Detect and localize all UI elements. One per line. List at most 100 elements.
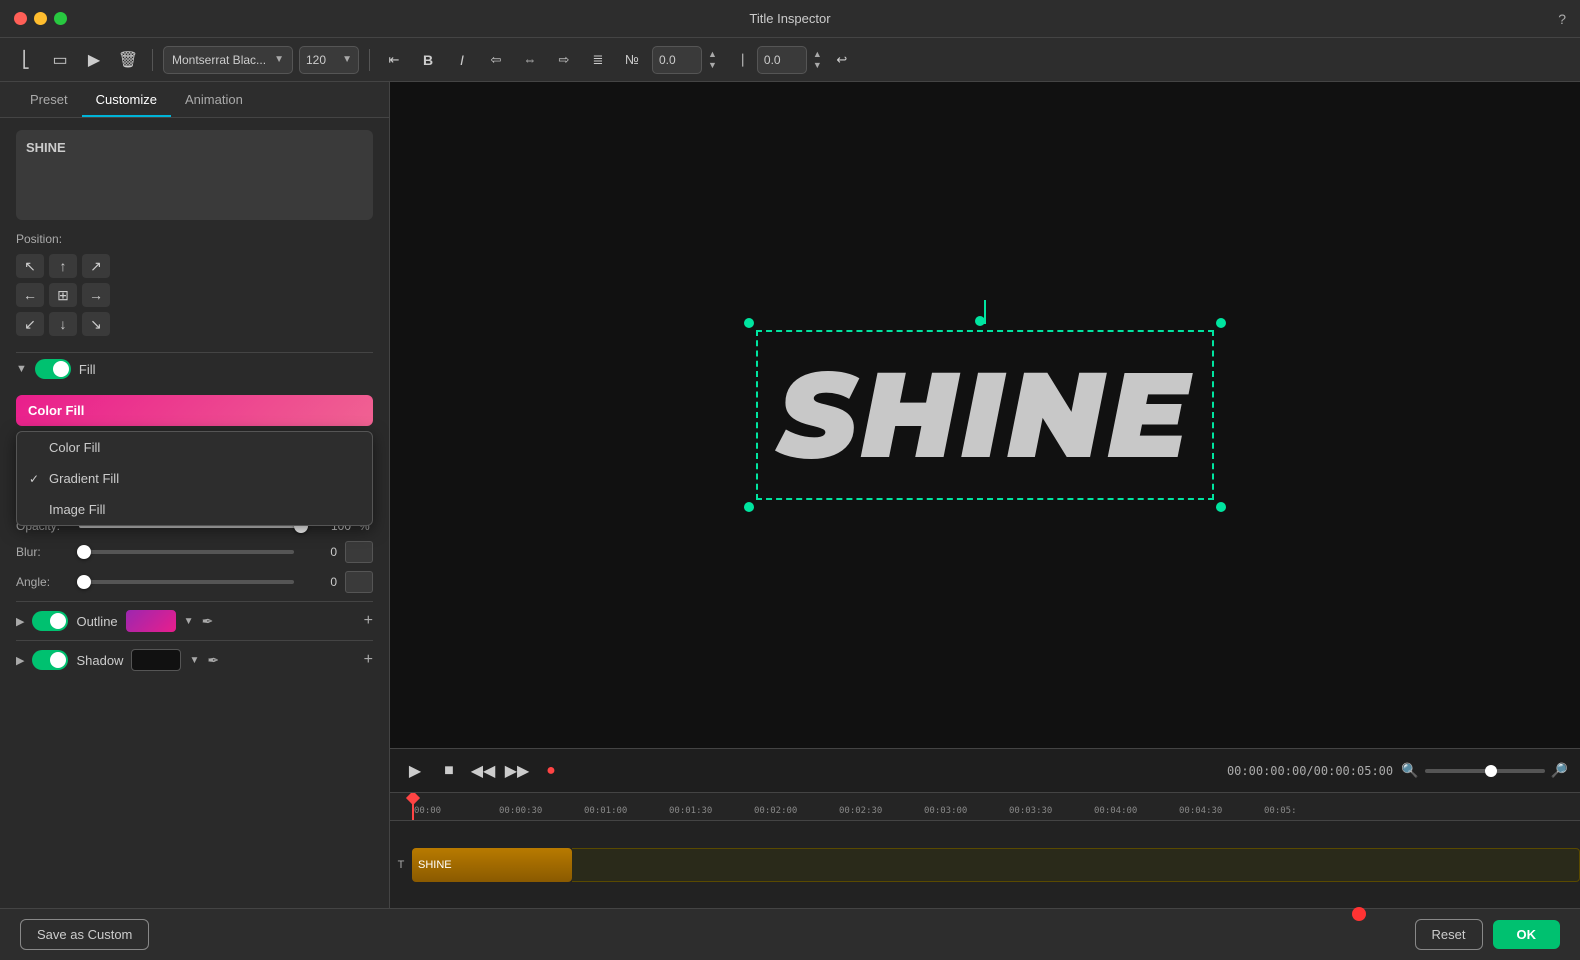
blur-label: Blur: [16,545,71,559]
pos-bottom-right[interactable]: ↘ [82,312,110,336]
fill-chevron[interactable]: ▼ [16,363,27,375]
frame-icon[interactable]: ▭ [46,46,74,74]
tab-animation[interactable]: Animation [171,82,257,117]
menu-item-image-fill[interactable]: Image Fill [17,494,372,525]
stop-button[interactable]: ■ [436,758,462,784]
outline-chevron[interactable]: ▶ [16,615,24,628]
font-size-dropdown[interactable]: 120 ▼ [299,46,359,74]
align-left-icon[interactable]: ⇤ [380,46,408,74]
angle-slider[interactable] [79,580,294,584]
tab-preset[interactable]: Preset [16,82,82,117]
align-center-icon[interactable]: ⇔ [516,46,544,74]
clip-block[interactable]: SHINE [412,848,572,882]
handle-top-left[interactable] [744,318,754,328]
media-icon[interactable]: ▶ [80,46,108,74]
pos-top-left[interactable]: ↖ [16,254,44,278]
wrap-icon[interactable]: ↩ [828,46,856,74]
font-size-value: 120 [306,53,326,67]
text-format-icon[interactable]: ⎣ [12,46,40,74]
angle-row: Angle: 0 [16,571,373,593]
record-dot [1352,907,1366,921]
close-button[interactable] [14,12,27,25]
justify-icon[interactable]: ≣ [584,46,612,74]
zoom-controls: 🔍 🔎 [1401,762,1568,779]
italic-icon[interactable]: I [448,46,476,74]
playhead-line [412,793,414,820]
pos-bottom[interactable]: ↓ [49,312,77,336]
fill-toggle[interactable] [35,359,71,379]
handle-top-center[interactable] [975,316,985,326]
panel-body: SHINE Position: ↖ ↑ ↗ ← ⊞ → ↙ ↓ ↘ ▼ Fill [0,118,389,908]
handle-bottom-left[interactable] [744,502,754,512]
line-height-icon[interactable]: ⎹ [723,46,751,74]
title-bar: Title Inspector ? [0,0,1580,38]
numeric-val2[interactable]: 0.0 [757,46,807,74]
record-button[interactable]: ● [538,758,564,784]
pos-right[interactable]: → [82,283,110,307]
align-para-icon[interactable]: ⇦ [482,46,510,74]
shadow-eyedropper-icon[interactable]: ✒ [207,652,219,669]
reset-button[interactable]: Reset [1415,919,1483,950]
outline-color-swatch[interactable] [126,610,176,632]
maximize-button[interactable] [54,12,67,25]
shadow-chevron[interactable]: ▶ [16,654,24,667]
blur-thumb[interactable] [77,545,91,559]
pos-top[interactable]: ↑ [49,254,77,278]
angle-input[interactable] [345,571,373,593]
handle-bottom-right[interactable] [1216,502,1226,512]
align-right-icon[interactable]: ⇨ [550,46,578,74]
fill-dropdown-button[interactable]: Color Fill [16,395,373,426]
decrement2-icon[interactable]: ▼ [813,60,822,71]
add-outline-button[interactable]: + [364,612,373,630]
zoom-out-icon[interactable]: 🔍 [1401,762,1418,779]
preview-area: SHINE ▶ ■ ◀◀ ▶▶ ● 00:00:00:00/00:00:05:0… [390,82,1580,908]
ruler-mark-3: 00:01:30 [667,806,752,816]
outline-color-chevron[interactable]: ▼ [184,616,194,627]
strikethrough-icon[interactable]: № [618,46,646,74]
step-forward-button[interactable]: ▶▶ [504,758,530,784]
selection-box: SHINE [756,330,1215,500]
increment-icon[interactable]: ▲ [708,49,717,60]
preview-canvas[interactable]: SHINE [390,82,1580,748]
pos-bottom-left[interactable]: ↙ [16,312,44,336]
zoom-slider[interactable] [1425,769,1545,773]
rewind-button[interactable]: ◀◀ [470,758,496,784]
trash-icon[interactable]: 🗑 [114,46,142,74]
increment2-icon[interactable]: ▲ [813,49,822,60]
pos-top-right[interactable]: ↗ [82,254,110,278]
minimize-button[interactable] [34,12,47,25]
ruler-mark-9: 00:04:30 [1177,806,1262,816]
outline-toggle[interactable] [32,611,68,631]
menu-item-color-fill[interactable]: Color Fill [17,432,372,463]
numeric-val1[interactable]: 0.0 [652,46,702,74]
pos-center[interactable]: ⊞ [49,283,77,307]
decrement-icon[interactable]: ▼ [708,60,717,71]
ok-button[interactable]: OK [1493,920,1561,949]
font-dropdown[interactable]: Montserrat Blac... ▼ [163,46,293,74]
handle-top-right[interactable] [1216,318,1226,328]
shadow-toggle[interactable] [32,650,68,670]
tab-customize[interactable]: Customize [82,82,171,117]
menu-item-gradient-fill[interactable]: ✓ Gradient Fill [17,463,372,494]
clip-label: SHINE [418,859,452,871]
save-custom-button[interactable]: Save as Custom [20,919,149,950]
ruler-mark-10: 00:05: [1262,806,1347,816]
clip-extend [572,848,1580,882]
left-panel: Preset Customize Animation SHINE Positio… [0,82,390,908]
shadow-color-swatch[interactable] [131,649,181,671]
zoom-in-icon[interactable]: 🔎 [1551,762,1568,779]
bold-icon[interactable]: B [414,46,442,74]
pos-left[interactable]: ← [16,283,44,307]
shadow-color-chevron[interactable]: ▼ [189,655,199,666]
color-fill-label: Color Fill [49,440,100,455]
timeline-controls: ▶ ■ ◀◀ ▶▶ ● 00:00:00:00/00:00:05:00 🔍 🔎 [390,749,1580,793]
angle-thumb[interactable] [77,575,91,589]
track-label-t: T [390,859,412,871]
help-icon[interactable]: ? [1558,11,1566,27]
blur-input[interactable] [345,541,373,563]
eyedropper-icon[interactable]: ✒ [202,613,214,630]
play-button[interactable]: ▶ [402,758,428,784]
zoom-thumb[interactable] [1485,765,1497,777]
blur-slider[interactable] [79,550,294,554]
add-shadow-button[interactable]: + [364,651,373,669]
